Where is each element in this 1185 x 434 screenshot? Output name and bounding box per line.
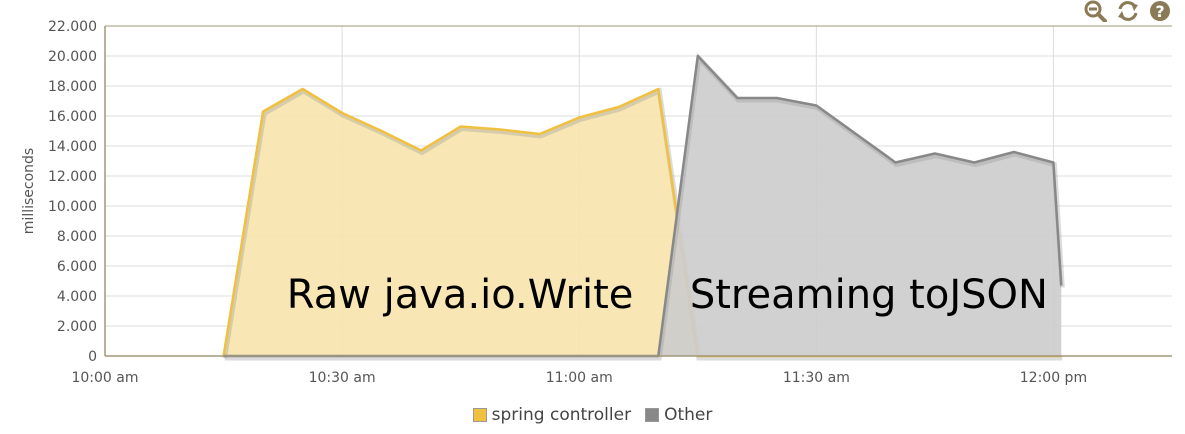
legend-swatch [472,408,487,422]
x-tick-label: 11:30 am [783,370,850,386]
legend-label: spring controller [491,405,632,425]
x-tick-label: 11:00 am [546,370,613,386]
y-tick-label: 12.000 [48,169,97,185]
y-tick-label: 8.000 [57,229,97,245]
y-tick-label: 4.000 [57,289,97,305]
chart-legend: spring controller Other [0,405,1185,425]
x-tick-label: 10:00 am [71,370,138,386]
legend-item-other[interactable]: Other [645,405,712,425]
y-tick-label: 0 [88,349,97,365]
x-tick-label: 12:00 pm [1020,370,1087,386]
chart-annotation: Raw java.io.Write [287,272,634,318]
y-tick-label: 10.000 [48,199,97,215]
help-icon[interactable]: ? [1147,0,1173,22]
y-tick-label: 14.000 [48,139,97,155]
chart-toolbar: ? [1083,0,1173,22]
x-tick-label: 10:30 am [309,370,376,386]
area-chart: 0 2.000 4.000 6.000 8.000 10.000 12.000 14.000 1… [21,19,1172,386]
y-tick-label: 6.000 [57,259,97,275]
svg-text:?: ? [1155,2,1164,21]
y-axis-label: milliseconds [21,148,37,234]
y-tick-label: 2.000 [57,319,97,335]
refresh-icon[interactable] [1115,0,1141,22]
chart-annotation: Streaming toJSON [690,272,1048,318]
zoom-out-icon[interactable] [1083,0,1109,22]
legend-label: Other [664,405,713,425]
legend-swatch [645,408,660,422]
y-tick-label: 22.000 [48,19,97,35]
y-tick-label: 18.000 [48,79,97,95]
y-tick-label: 20.000 [48,49,97,65]
y-tick-label: 16.000 [48,109,97,125]
legend-item-spring-controller[interactable]: spring controller [472,405,632,425]
